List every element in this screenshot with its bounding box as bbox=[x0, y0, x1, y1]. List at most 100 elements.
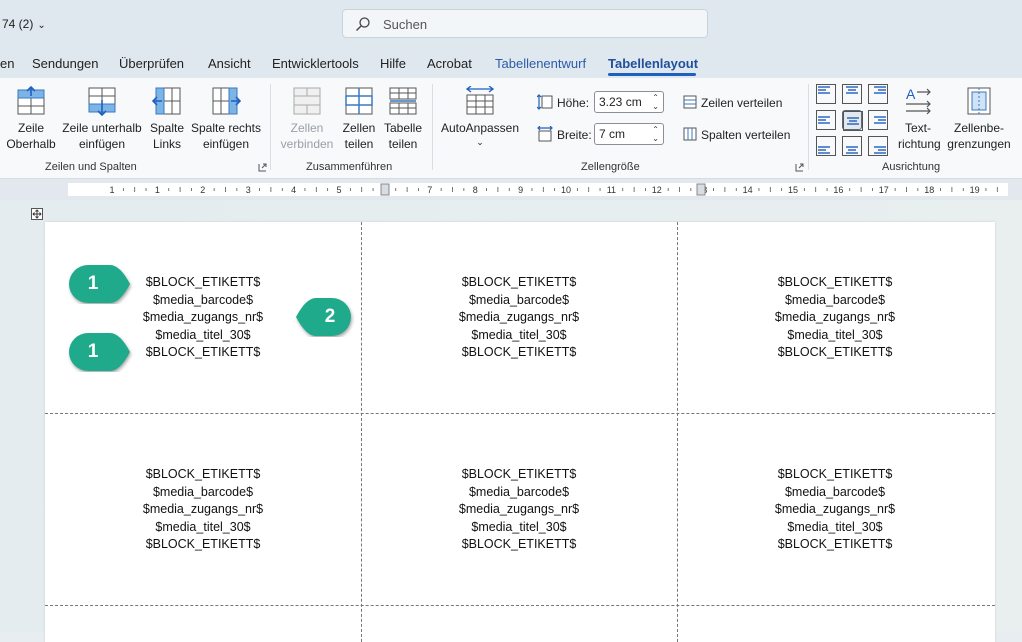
annotation-callout: 2 bbox=[288, 297, 358, 337]
tab-ansicht[interactable]: Ansicht bbox=[208, 56, 251, 71]
align-top-left-button[interactable] bbox=[816, 84, 836, 104]
ruler-label: 14 bbox=[743, 185, 753, 195]
ruler-label: 18 bbox=[924, 185, 934, 195]
label-cell-line: $media_zugangs_nr$ bbox=[774, 310, 896, 324]
dialog-launcher-icon[interactable] bbox=[795, 163, 804, 172]
document-canvas: $BLOCK_ETIKETT$ $media_barcode$ $media_zug… bbox=[0, 200, 1022, 642]
label-cell-line: $media_zugangs_nr$ bbox=[142, 502, 264, 516]
tab-tabellenentwurf[interactable]: Tabellenentwurf bbox=[495, 56, 586, 71]
align-bottom-center-button[interactable] bbox=[842, 136, 862, 156]
insert-column-right-button[interactable]: Spalte rechts einfügen bbox=[190, 86, 262, 152]
column-width-icon bbox=[537, 126, 553, 142]
insert-column-right-label-1: Spalte rechts bbox=[190, 121, 262, 135]
label-cell-line: $BLOCK_ETIKETT$ bbox=[461, 467, 577, 481]
cell-margins-button[interactable]: Zellenbe- grenzungen bbox=[944, 86, 1014, 152]
insert-column-left-label-1: Spalte bbox=[149, 121, 185, 135]
ruler-label: 16 bbox=[833, 185, 843, 195]
insert-row-above-icon bbox=[17, 86, 45, 115]
align-top-right-icon bbox=[868, 84, 888, 104]
column-width-value: 7 cm bbox=[599, 127, 626, 141]
align-top-center-icon bbox=[842, 84, 862, 104]
ruler-label: 11 bbox=[607, 185, 616, 195]
callout-number: 1 bbox=[87, 341, 99, 362]
label-cell-line: $media_titel_30$ bbox=[787, 327, 883, 342]
ruler-ticks: 11234567891011121314151617181920 bbox=[109, 183, 1022, 196]
document-page[interactable]: $BLOCK_ETIKETT$ $media_barcode$ $media_zug… bbox=[45, 222, 995, 642]
distribute-columns-icon bbox=[683, 127, 697, 141]
tab-hilfe[interactable]: Hilfe bbox=[380, 56, 406, 71]
merge-cells-icon bbox=[293, 87, 321, 115]
align-top-right-button[interactable] bbox=[868, 84, 888, 104]
ruler-label: 3 bbox=[246, 185, 251, 195]
label-cell-line: $media_titel_30$ bbox=[155, 519, 251, 534]
label-cell[interactable]: $BLOCK_ETIKETT$ $media_barcode$ $media_zug… bbox=[361, 274, 677, 362]
insert-row-below-label-2: einfügen bbox=[78, 137, 126, 151]
label-cell-line: $BLOCK_ETIKETT$ bbox=[777, 537, 893, 551]
row-height-value: 3.23 cm bbox=[599, 95, 642, 109]
ruler-label: 10 bbox=[561, 185, 571, 195]
insert-column-left-button[interactable]: Spalte Links bbox=[146, 86, 188, 152]
insert-column-right-icon bbox=[212, 87, 241, 115]
label-cell[interactable]: $BLOCK_ETIKETT$ $media_barcode$ $media_zug… bbox=[361, 466, 677, 554]
label-cell[interactable]: $BLOCK_ETIKETT$ $media_barcode$ $media_zug… bbox=[677, 466, 993, 554]
ruler-label: 15 bbox=[788, 185, 798, 195]
ruler-label: 1 bbox=[109, 185, 114, 195]
merge-cells-label-1: Zellen bbox=[290, 121, 324, 135]
label-cell[interactable]: $BLOCK_ETIKETT$ $media_barcode$ $media_zug… bbox=[677, 274, 993, 362]
ruler-column-marker-icon[interactable] bbox=[696, 183, 706, 196]
distribute-columns-button[interactable]: Spalten verteilen bbox=[683, 127, 790, 142]
split-table-button[interactable]: Tabelle teilen bbox=[382, 86, 424, 152]
insert-row-above-label-2: Oberhalb bbox=[6, 137, 56, 151]
label-cell-line: $media_zugangs_nr$ bbox=[458, 310, 580, 324]
text-direction-label-1: Text- bbox=[904, 121, 931, 135]
table-row-border[interactable] bbox=[45, 605, 995, 606]
align-middle-right-button[interactable] bbox=[868, 110, 888, 130]
spin-arrows-icon[interactable]: ⌃ ⌄ bbox=[652, 93, 659, 111]
align-top-center-button[interactable] bbox=[842, 84, 862, 104]
callout-arrow-icon bbox=[69, 265, 130, 303]
horizontal-ruler[interactable]: 11234567891011121314151617181920 bbox=[0, 179, 1022, 200]
row-height-icon bbox=[537, 94, 553, 110]
autofit-button[interactable]: AutoAnpassen ⌄ bbox=[438, 86, 522, 148]
split-cells-button[interactable]: Zellen teilen bbox=[338, 86, 380, 152]
document-title[interactable]: 74 (2) ⌄ bbox=[2, 17, 46, 31]
tab-einfuegen-partial[interactable]: en bbox=[0, 56, 14, 71]
distribute-rows-icon bbox=[683, 95, 697, 109]
ruler-label: 19 bbox=[970, 185, 980, 195]
ruler-label: 12 bbox=[652, 185, 662, 195]
align-middle-right-icon bbox=[868, 110, 888, 130]
table-row-border[interactable] bbox=[45, 413, 995, 414]
group-label-zeilen-spalten: Zeilen und Spalten bbox=[45, 161, 137, 173]
table-move-handle-icon[interactable] bbox=[31, 208, 43, 220]
insert-row-above-button[interactable]: Zeile Oberhalb bbox=[6, 86, 56, 152]
label-cell-line: $media_zugangs_nr$ bbox=[774, 502, 896, 516]
tab-tabellenlayout[interactable]: Tabellenlayout bbox=[608, 56, 698, 71]
label-cell[interactable]: $BLOCK_ETIKETT$ $media_barcode$ $media_zug… bbox=[45, 466, 361, 554]
label-cell-line: $BLOCK_ETIKETT$ bbox=[777, 467, 893, 481]
tab-entwicklertools[interactable]: Entwicklertools bbox=[272, 56, 359, 71]
active-tab-indicator bbox=[608, 73, 696, 76]
dialog-launcher-icon[interactable] bbox=[258, 163, 267, 172]
merge-cells-button[interactable]: Zellen verbinden bbox=[280, 86, 334, 152]
search-box[interactable]: Suchen bbox=[342, 9, 708, 38]
align-middle-left-button[interactable] bbox=[816, 110, 836, 130]
distribute-rows-button[interactable]: Zeilen verteilen bbox=[683, 95, 782, 110]
tab-sendungen[interactable]: Sendungen bbox=[32, 56, 99, 71]
label-cell-line: $media_barcode$ bbox=[784, 484, 886, 499]
callout-number: 2 bbox=[324, 306, 336, 327]
align-middle-center-button[interactable] bbox=[842, 110, 863, 131]
row-height-input[interactable]: 3.23 cm ⌃ ⌄ bbox=[594, 91, 664, 113]
align-bottom-right-button[interactable] bbox=[868, 136, 888, 156]
callout-number: 1 bbox=[87, 273, 99, 294]
column-width-input[interactable]: 7 cm ⌃ ⌄ bbox=[594, 123, 664, 145]
insert-row-above-label-1: Zeile bbox=[17, 121, 44, 135]
text-direction-button[interactable]: A Text- richtung bbox=[898, 86, 941, 152]
align-bottom-left-button[interactable] bbox=[816, 136, 836, 156]
split-cells-label-1: Zellen bbox=[342, 121, 376, 135]
distribute-columns-label: Spalten verteilen bbox=[701, 128, 791, 142]
insert-row-below-button[interactable]: Zeile unterhalb einfügen bbox=[60, 86, 144, 152]
ruler-column-marker-icon[interactable] bbox=[380, 183, 390, 196]
tab-acrobat[interactable]: Acrobat bbox=[427, 56, 472, 71]
spin-arrows-icon[interactable]: ⌃ ⌄ bbox=[652, 125, 659, 143]
tab-ueberpruefen[interactable]: Überprüfen bbox=[119, 56, 184, 71]
